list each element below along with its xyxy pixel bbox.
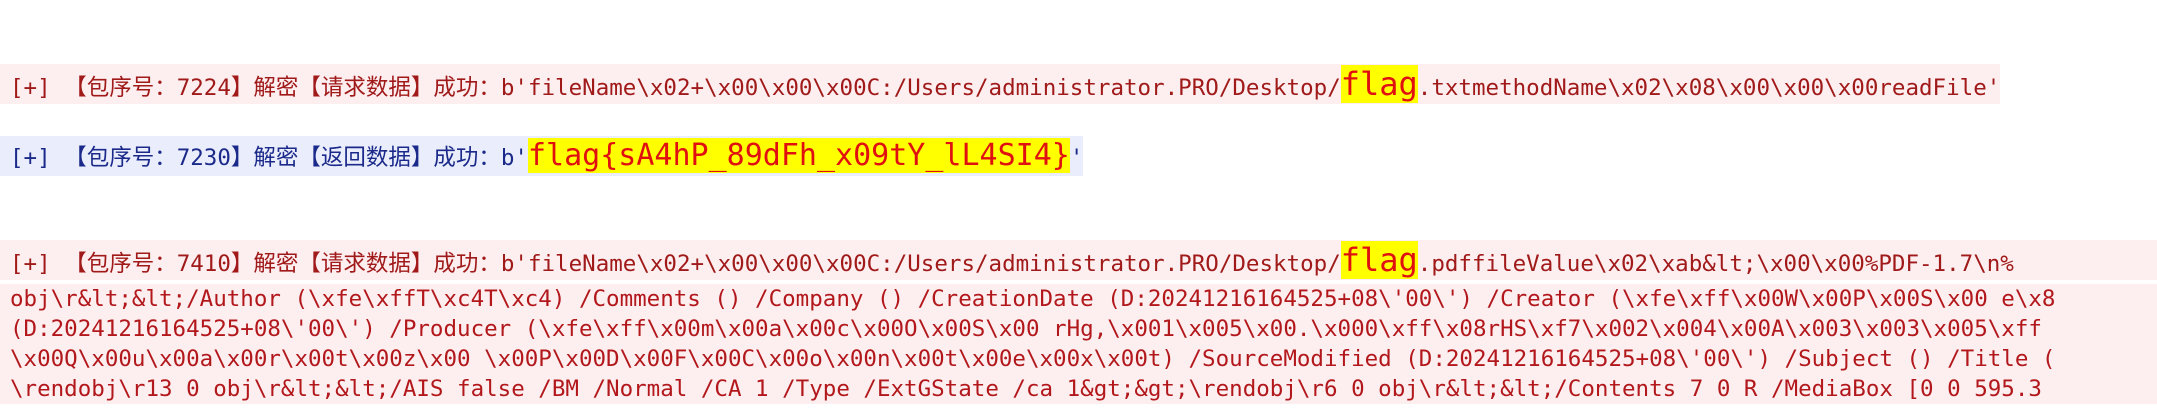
log-continuation-line: \x00Q\x00u\x00a\x00r\x00t\x00z\x00 \x00P… [0,344,2157,374]
log-text: 【包序号：7224】解密【请求数据】成功：b'fileName\x02+\x00… [64,75,1341,101]
flag-highlight: flag [1340,241,1418,279]
log-prefix: [+] [10,75,65,101]
log-text: 【包序号：7410】解密【请求数据】成功：b'fileName\x02+\x00… [64,251,1341,277]
log-text-tail: .txtmethodName\x02\x08\x00\x00\x00readFi… [1417,75,2001,101]
log-continuation-line: \rendobj\r13 0 obj\r&lt;&lt;/AIS false /… [0,374,2157,404]
log-prefix: [+] [10,251,65,277]
log-continuation-line: (D:20241216164525+08\'00\') /Producer (\… [0,314,2157,344]
log-line-response-7230: [+] 【包序号：7230】解密【返回数据】成功：b'flag{sA4hP_89… [0,136,1084,176]
log-text-tail: .pdffileValue\x02\xab&lt;\x00\x00%PDF-1.… [1417,251,2014,277]
flag-highlight: flag [1340,65,1418,103]
flag-value-highlight: flag{sA4hP_89dFh_x09tY_lL4SI4} [527,138,1070,173]
log-text-tail: ' [1069,145,1084,171]
log-line-request-7224: [+] 【包序号：7224】解密【请求数据】成功：b'fileName\x02+… [0,64,2001,104]
log-prefix: [+] [10,145,65,171]
log-line-request-7410: [+] 【包序号：7410】解密【请求数据】成功：b'fileName\x02+… [0,240,2157,280]
log-text: 【包序号：7230】解密【返回数据】成功：b' [64,145,528,171]
log-continuation-line: obj\r&lt;&lt;/Author (\xfe\xffT\xc4T\xc4… [0,284,2157,314]
